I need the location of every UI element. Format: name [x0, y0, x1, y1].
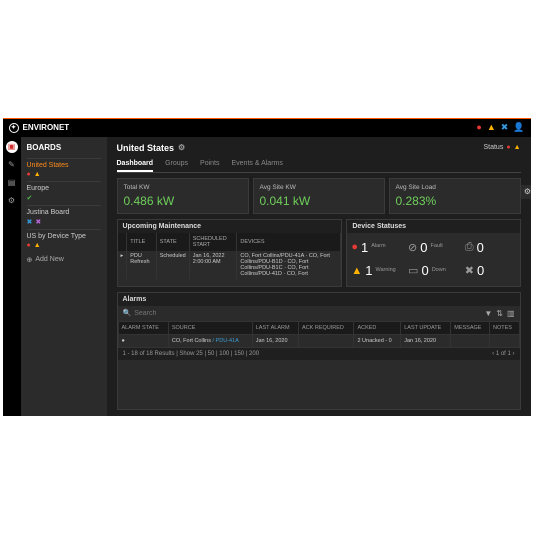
- chevron-right-icon[interactable]: ›: [513, 351, 515, 357]
- sidebar-item-europe[interactable]: Europe ✔: [27, 181, 101, 205]
- tools-icon: ✖: [35, 218, 41, 226]
- rail-boards-icon[interactable]: ▣: [6, 141, 18, 153]
- status-warning[interactable]: ▲1Warning: [351, 260, 402, 282]
- status-fault[interactable]: ⊘0Fault: [408, 237, 459, 259]
- tab-points[interactable]: Points: [200, 157, 219, 172]
- status-down[interactable]: ▭0Down: [408, 260, 459, 282]
- nav-rail: ▣ ✎ ▤ ⚙: [3, 137, 21, 416]
- tools-icon: ✖: [27, 218, 33, 226]
- kpi-avg-site-load: Avg Site Load 0.283%: [389, 178, 521, 214]
- maintenance-table: TITLE STATE SCHEDULED START DEVICES ▸ PD…: [118, 233, 342, 279]
- chevron-right-icon[interactable]: ▸: [121, 253, 124, 259]
- tab-groups[interactable]: Groups: [165, 157, 188, 172]
- warning-icon: ▲: [34, 242, 41, 249]
- info-icon: ●: [506, 144, 510, 151]
- warning-icon[interactable]: ▲: [487, 123, 496, 132]
- alarms-panel: Alarms 🔍 ▼ ⇅ ▥ ALARM STATE SOURCE LAST A…: [117, 292, 521, 410]
- tab-events[interactable]: Events & Alarms: [232, 157, 283, 172]
- upcoming-maintenance-panel: Upcoming Maintenance TITLE STATE SCHEDUL…: [117, 219, 343, 287]
- tools-icon: ✖: [465, 264, 474, 277]
- info-icon: ●: [27, 242, 31, 249]
- warning-icon: ▲: [514, 144, 521, 151]
- fault-icon: ⊘: [408, 241, 417, 254]
- status-extra1[interactable]: ⎙0: [465, 237, 516, 259]
- warning-icon: ▲: [34, 171, 41, 178]
- status-alarm[interactable]: ●1Alarm: [351, 237, 402, 259]
- add-new-button[interactable]: ⊕ Add New: [27, 256, 101, 264]
- columns-icon[interactable]: ▥: [507, 309, 515, 318]
- chevron-left-icon[interactable]: ‹: [492, 351, 494, 357]
- down-icon: ▭: [408, 264, 418, 277]
- plus-icon: ⊕: [27, 256, 33, 264]
- sidebar: BOARDS United States ●▲ Europe ✔ Justina…: [21, 137, 107, 416]
- logo-icon: ✦: [9, 123, 19, 133]
- tools-icon[interactable]: ✖: [501, 123, 509, 132]
- pager: 1 - 18 of 18 Results | Show 25 | 50 | 10…: [118, 348, 520, 360]
- search-input[interactable]: [134, 310, 484, 317]
- alarms-table: ALARM STATE SOURCE LAST ALARM ACK REQUIR…: [118, 321, 520, 348]
- tab-dashboard[interactable]: Dashboard: [117, 157, 154, 172]
- topbar-icons: ● ▲ ✖ 👤: [476, 123, 524, 132]
- ok-icon: ✔: [27, 194, 33, 202]
- logo: ✦ ENVIRONET: [9, 123, 70, 133]
- status-extra2[interactable]: ✖0: [465, 260, 516, 282]
- sidebar-item-usdevtype[interactable]: US by Device Type ●▲: [27, 229, 101, 252]
- rail-settings-icon[interactable]: ⚙: [6, 195, 18, 207]
- warning-icon: ▲: [351, 265, 362, 277]
- table-row[interactable]: ▸ PDU Refresh Scheduled Jan 16, 2022 2:0…: [118, 251, 341, 279]
- table-row[interactable]: ● CO, Fort Collins / PDU-41A Jan 16, 202…: [118, 334, 519, 347]
- status: Status ● ▲: [483, 144, 520, 151]
- device-icon: ⎙: [465, 241, 474, 254]
- page-title: United States ⚙: [117, 143, 186, 153]
- tabs: Dashboard Groups Points Events & Alarms: [117, 157, 521, 173]
- rail-chart-icon[interactable]: ▤: [6, 177, 18, 189]
- sidebar-item-us[interactable]: United States ●▲: [27, 158, 101, 181]
- search-icon: 🔍: [123, 309, 132, 317]
- alarm-icon: ●: [351, 241, 358, 253]
- pager-pages[interactable]: ‹ 1 of 1 ›: [492, 351, 514, 357]
- app-name: ENVIRONET: [23, 123, 70, 132]
- kpi-row: Total KW 0.486 kW Avg Site KW 0.041 kW A…: [117, 178, 521, 214]
- topbar: ✦ ENVIRONET ● ▲ ✖ 👤: [3, 119, 531, 137]
- sidebar-item-justina[interactable]: Justina Board ✖✖: [27, 205, 101, 229]
- search-box[interactable]: 🔍: [123, 309, 485, 317]
- table-header-row: ALARM STATE SOURCE LAST ALARM ACK REQUIR…: [118, 321, 519, 334]
- main: ⚙ United States ⚙ Status ● ▲ Dashboard G…: [107, 137, 531, 416]
- pager-results[interactable]: 1 - 18 of 18 Results | Show 25 | 50 | 10…: [123, 351, 260, 357]
- kpi-avg-site-kw: Avg Site KW 0.041 kW: [253, 178, 385, 214]
- sort-icon[interactable]: ⇅: [496, 309, 503, 318]
- info-icon: ●: [27, 171, 31, 178]
- sidebar-title: BOARDS: [27, 143, 101, 152]
- info-icon[interactable]: ●: [476, 123, 481, 132]
- rail-edit-icon[interactable]: ✎: [6, 159, 18, 171]
- filter-icon[interactable]: ▼: [484, 309, 492, 318]
- user-icon[interactable]: 👤: [513, 123, 524, 132]
- table-header-row: TITLE STATE SCHEDULED START DEVICES: [118, 233, 341, 251]
- kpi-total-kw: Total KW 0.486 kW: [117, 178, 249, 214]
- device-statuses-panel: Device Statuses ●1Alarm ⊘0Fault ⎙0 ▲1War…: [346, 219, 520, 287]
- gear-icon[interactable]: ⚙: [178, 143, 185, 152]
- settings-gear-icon[interactable]: ⚙: [521, 185, 531, 199]
